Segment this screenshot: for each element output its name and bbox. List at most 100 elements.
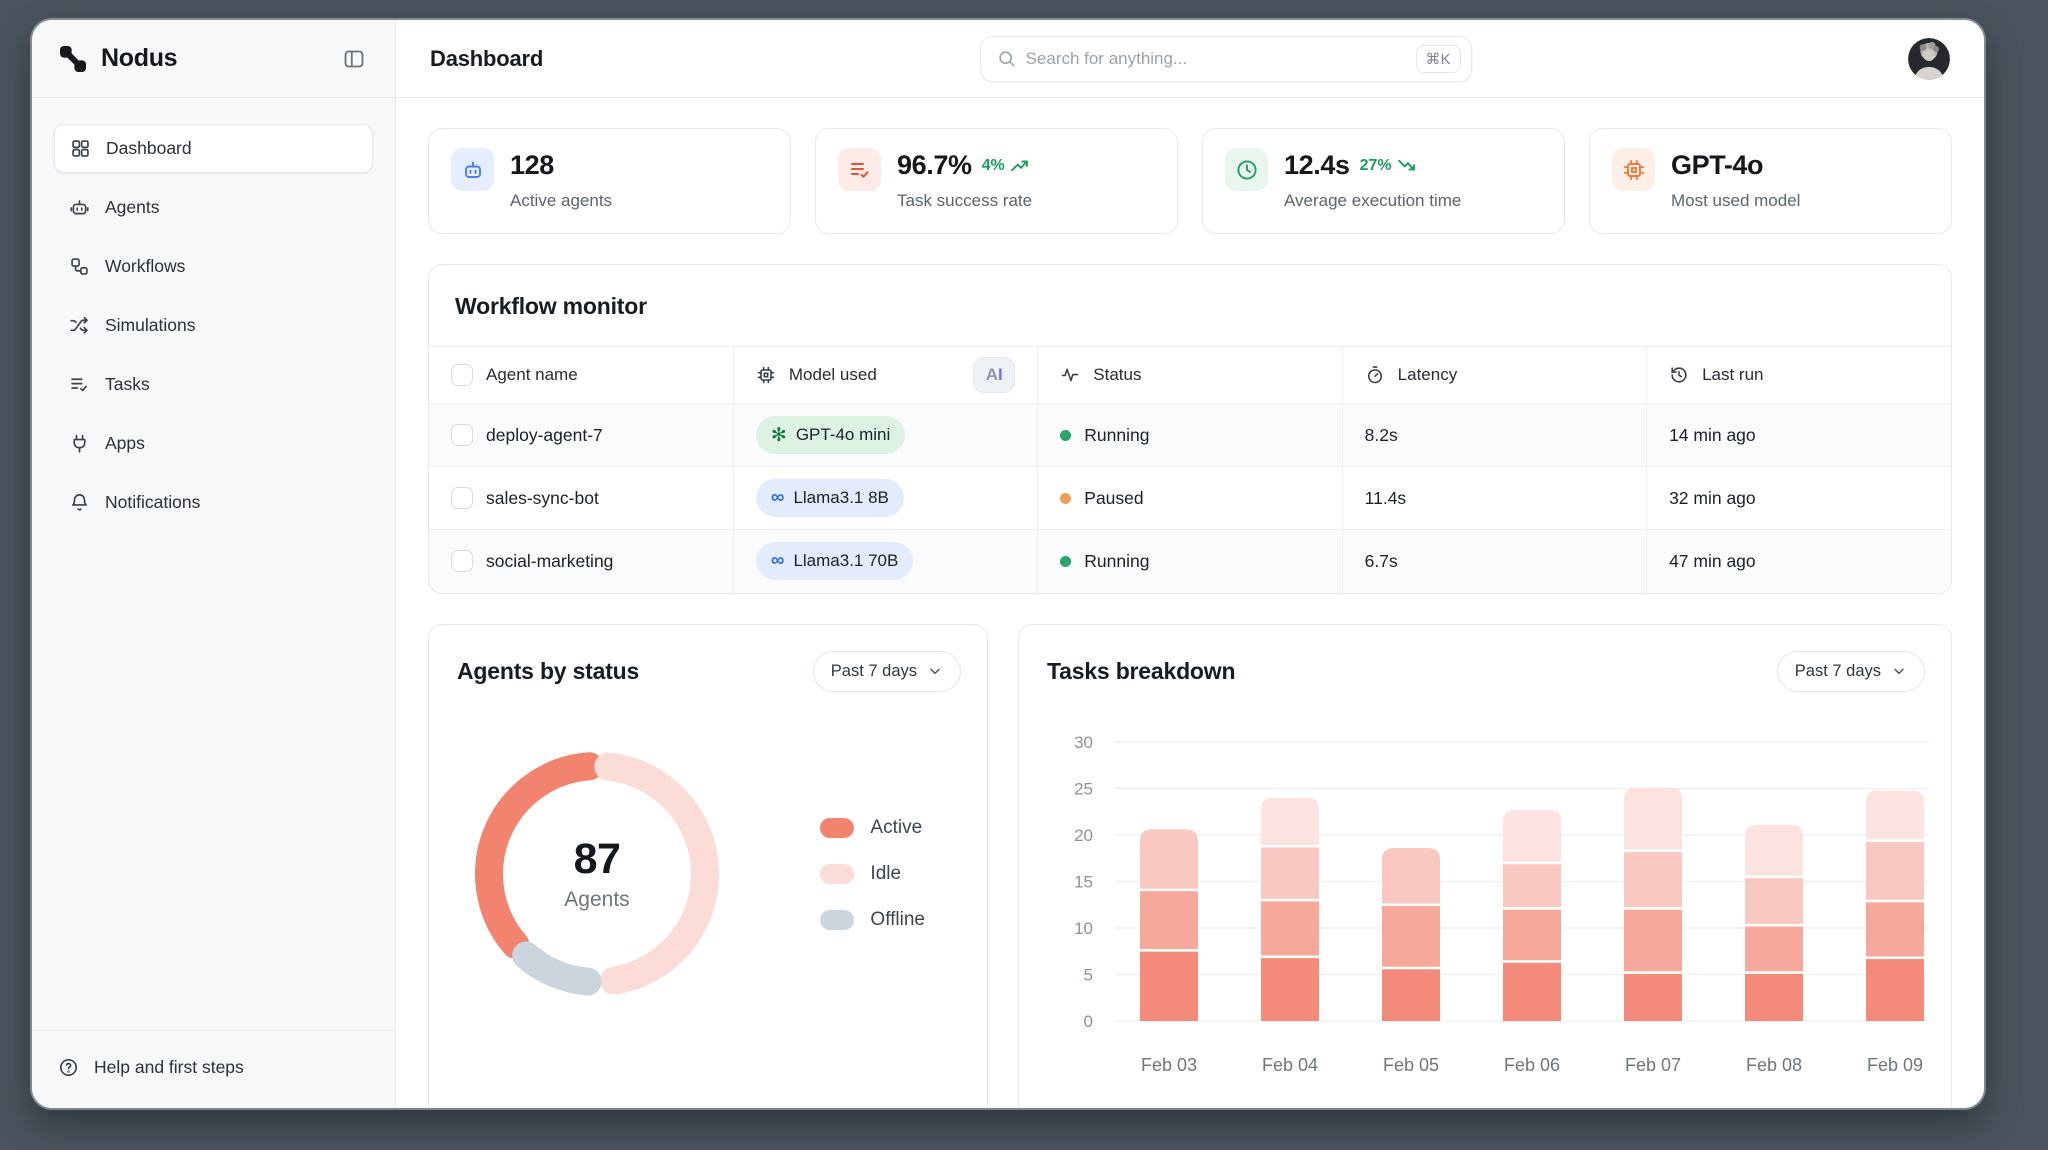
tasks-breakdown-card: Tasks breakdown Past 7 days 30 25 20 15 10 5 0… xyxy=(1018,623,1952,1108)
range-dropdown[interactable]: Past 7 days xyxy=(812,650,961,692)
stat-value: 12.4s xyxy=(1284,150,1350,180)
trend-up: 4% xyxy=(982,156,1029,175)
activity-icon xyxy=(1060,365,1080,385)
workflow-monitor-panel: Workflow monitor Agent name Model used A… xyxy=(428,264,1952,594)
meta-logo-icon: ∞ xyxy=(770,487,785,508)
trending-up-icon xyxy=(1010,156,1029,175)
last-run-value: 14 min ago xyxy=(1669,424,1756,445)
status-dot xyxy=(1060,492,1072,504)
svg-text:Feb 04: Feb 04 xyxy=(1262,1055,1318,1075)
model-name: Llama3.1 8B xyxy=(793,488,889,507)
stat-card-most-used-model: GPT-4o Most used model xyxy=(1589,128,1952,234)
svg-text:5: 5 xyxy=(1084,965,1093,984)
legend-item-idle: Idle xyxy=(820,863,925,885)
stat-value: 128 xyxy=(510,150,554,180)
robot-icon xyxy=(69,197,90,218)
donut-center-label: Agents xyxy=(564,888,630,911)
sidebar-item-notifications[interactable]: Notifications xyxy=(54,478,373,527)
stat-label: Active agents xyxy=(510,191,613,210)
avatar[interactable] xyxy=(1908,37,1950,80)
ai-badge: AI xyxy=(973,357,1016,393)
sidebar-item-apps[interactable]: Apps xyxy=(54,419,373,468)
sidebar-item-workflows[interactable]: Workflows xyxy=(54,242,373,291)
help-link-label: Help and first steps xyxy=(94,1057,244,1077)
donut-zone: 87 Agents Active Idle Offline xyxy=(429,712,987,1000)
svg-text:Feb 03: Feb 03 xyxy=(1141,1055,1197,1075)
search-icon xyxy=(997,49,1016,68)
donut-center-value: 87 xyxy=(573,835,621,883)
chevron-down-icon xyxy=(927,663,943,679)
row-checkbox[interactable] xyxy=(451,487,473,509)
panel-collapse-icon[interactable] xyxy=(337,42,371,76)
donut-legend: Active Idle Offline xyxy=(820,817,925,931)
range-label: Past 7 days xyxy=(830,661,917,680)
svg-text:15: 15 xyxy=(1074,872,1093,891)
sidebar-nav: Dashboard Agents Workflows Simulations T… xyxy=(32,98,395,1030)
model-badge: ✻ GPT-4o mini xyxy=(755,416,906,454)
plug-icon xyxy=(69,433,90,454)
list-check-icon xyxy=(69,374,90,395)
legend-label: Active xyxy=(870,816,923,838)
svg-text:Feb 08: Feb 08 xyxy=(1746,1055,1802,1075)
table-row[interactable]: deploy-agent-7 ✻ GPT-4o mini Running 8.2s… xyxy=(429,403,1951,467)
topbar: Dashboard ⌘K xyxy=(396,20,1984,98)
table-row[interactable]: social-marketing ∞ Llama3.1 70B Running 6… xyxy=(429,529,1951,593)
search-box[interactable]: ⌘K xyxy=(979,35,1472,82)
bell-icon xyxy=(69,492,90,513)
select-all-checkbox[interactable] xyxy=(451,364,473,386)
search-zone: ⌘K xyxy=(543,35,1908,82)
shuffle-icon xyxy=(69,315,90,336)
model-name: Llama3.1 70B xyxy=(793,551,899,571)
legend-swatch xyxy=(820,909,855,930)
help-link[interactable]: Help and first steps xyxy=(58,1057,371,1078)
stat-value: GPT-4o xyxy=(1671,150,1764,180)
agent-name: social-marketing xyxy=(486,550,614,571)
stat-card-active-agents: 128 Active agents xyxy=(428,128,791,234)
main-content: 128 Active agents 96.7% 4% Task success … xyxy=(396,98,1984,1108)
svg-text:Feb 09: Feb 09 xyxy=(1867,1055,1923,1075)
legend-item-active: Active xyxy=(820,817,925,839)
latency-value: 6.7s xyxy=(1364,550,1398,571)
svg-text:Feb 05: Feb 05 xyxy=(1383,1055,1439,1075)
trend-value: 27% xyxy=(1359,156,1392,174)
model-badge: ∞ Llama3.1 70B xyxy=(755,542,914,581)
row-checkbox[interactable] xyxy=(451,550,473,573)
legend-swatch xyxy=(820,863,855,884)
model-badge: ∞ Llama3.1 8B xyxy=(755,479,904,517)
card-title: Tasks breakdown xyxy=(1047,657,1236,684)
sidebar-item-label: Notifications xyxy=(105,492,201,512)
history-icon xyxy=(1669,365,1689,385)
last-run-value: 47 min ago xyxy=(1669,550,1756,571)
sidebar-header: Nodus xyxy=(32,20,395,98)
list-check-icon xyxy=(838,148,881,191)
stat-label: Task success rate xyxy=(897,191,1033,210)
status-dot xyxy=(1060,555,1072,567)
chevron-down-icon xyxy=(1891,663,1907,679)
svg-text:Feb 06: Feb 06 xyxy=(1504,1055,1560,1075)
table-header-row: Agent name Model used AI Status Latency … xyxy=(429,346,1951,404)
app-window: Nodus Dashboard Agents Workflows Simulat… xyxy=(32,20,1984,1108)
sidebar: Nodus Dashboard Agents Workflows Simulat… xyxy=(32,20,396,1108)
legend-label: Idle xyxy=(870,862,902,884)
range-label: Past 7 days xyxy=(1794,661,1881,680)
sidebar-item-dashboard[interactable]: Dashboard xyxy=(54,124,373,173)
sidebar-item-tasks[interactable]: Tasks xyxy=(54,360,373,409)
column-label: Last run xyxy=(1702,365,1764,384)
table-row[interactable]: sales-sync-bot ∞ Llama3.1 8B Paused 11.4s… xyxy=(429,466,1951,530)
workflow-icon xyxy=(69,256,90,277)
model-name: GPT-4o mini xyxy=(795,425,891,444)
row-checkbox[interactable] xyxy=(451,424,473,446)
search-input[interactable] xyxy=(1025,48,1406,69)
sidebar-item-simulations[interactable]: Simulations xyxy=(54,301,373,350)
timer-icon xyxy=(1365,365,1385,385)
status-label: Running xyxy=(1084,424,1150,445)
column-label: Status xyxy=(1093,365,1142,384)
bottom-row: Agents by status Past 7 days 87 Agents A… xyxy=(428,623,1952,1108)
stat-card-success-rate: 96.7% 4% Task success rate xyxy=(815,128,1178,234)
sidebar-item-agents[interactable]: Agents xyxy=(54,183,373,232)
column-label: Model used xyxy=(788,365,877,384)
range-dropdown[interactable]: Past 7 days xyxy=(1776,650,1925,692)
stat-label: Most used model xyxy=(1671,191,1801,210)
svg-text:30: 30 xyxy=(1074,733,1093,752)
column-label: Latency xyxy=(1397,365,1458,384)
